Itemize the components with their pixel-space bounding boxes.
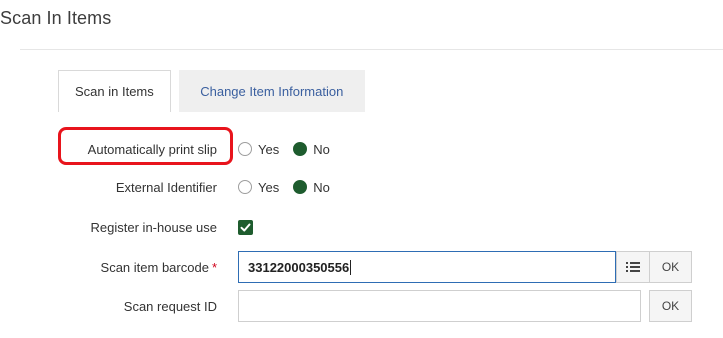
auto-print-no-radio[interactable] [293,142,308,156]
barcode-row: Scan item barcode * 33122000350556 OK [0,251,723,283]
request-ok-button[interactable]: OK [649,290,692,322]
external-identifier-row: External Identifier Yes No [0,171,723,203]
request-id-input[interactable] [238,290,641,322]
text-caret [350,259,352,275]
tab-change-item-information[interactable]: Change Item Information [178,70,365,112]
external-identifier-label: External Identifier [115,179,217,195]
auto-print-row: Automatically print slip Yes No [0,133,723,165]
radio-label-no: No [313,141,330,157]
inhouse-label: Register in-house use [90,219,217,235]
barcode-input[interactable]: 33122000350556 [238,251,616,283]
external-identifier-no-radio[interactable] [293,180,308,194]
inhouse-checkbox[interactable] [238,219,253,235]
title-divider [20,49,723,50]
external-identifier-yes-radio[interactable] [238,180,252,194]
auto-print-yes-radio[interactable] [238,142,252,156]
list-icon [626,262,640,272]
tab-scan-in-items[interactable]: Scan in Items [58,70,171,112]
radio-label-yes: Yes [258,179,280,195]
tab-label: Change Item Information [200,83,344,99]
external-identifier-radio-group: Yes No [238,180,344,195]
auto-print-radio-group: Yes No [238,142,344,157]
barcode-value: 33122000350556 [248,259,350,275]
page-title: Scan In Items [0,8,112,28]
ok-label: OK [661,299,680,313]
required-marker: * [211,259,217,275]
tab-label: Scan in Items [75,84,154,99]
barcode-label: Scan item barcode * [101,260,217,275]
request-label: Scan request ID [123,298,217,314]
auto-print-label: Automatically print slip [87,141,217,157]
request-row: Scan request ID OK [0,290,723,322]
barcode-ok-button[interactable]: OK [649,251,692,283]
inhouse-row: Register in-house use [0,211,723,243]
ok-label: OK [661,260,680,274]
barcode-list-button[interactable] [616,251,650,283]
radio-label-no: No [313,179,330,195]
scan-in-items-page: Scan In Items Scan in Items Change Item … [0,0,723,338]
barcode-label-text: Scan item barcode [100,259,209,275]
tab-bar: Scan in Items Change Item Information [58,70,365,112]
radio-label-yes: Yes [258,141,280,157]
checkmark-icon [240,223,251,231]
